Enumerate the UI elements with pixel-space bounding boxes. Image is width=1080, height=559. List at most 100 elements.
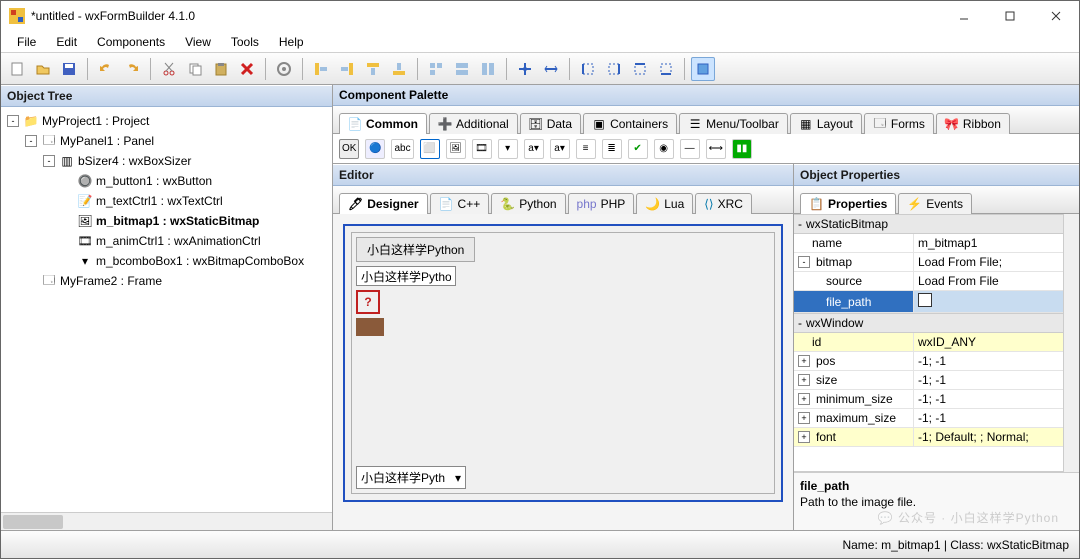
property-row[interactable]: +maximum_size-1; -1 xyxy=(794,409,1063,428)
align-grid1-button[interactable] xyxy=(424,57,448,81)
generate-button[interactable] xyxy=(272,57,296,81)
palette-item-textctrl[interactable]: ⬜ xyxy=(420,139,440,159)
preview-animation[interactable] xyxy=(356,318,384,336)
tree-item[interactable]: -▥bSizer4 : wxBoxSizer xyxy=(3,151,330,171)
palette-item-bitmap[interactable]: 🖼 xyxy=(446,139,466,159)
property-expander[interactable]: + xyxy=(798,393,810,405)
tree-item[interactable]: 📝m_textCtrl1 : wxTextCtrl xyxy=(3,191,330,211)
tree-item[interactable]: -🗔MyPanel1 : Panel xyxy=(3,131,330,151)
copy-button[interactable] xyxy=(183,57,207,81)
tree-item[interactable]: -📁MyProject1 : Project xyxy=(3,111,330,131)
align-right-button[interactable] xyxy=(335,57,359,81)
palette-item-combo[interactable]: ▾ xyxy=(498,139,518,159)
palette-item-radio[interactable]: ◉ xyxy=(654,139,674,159)
border-all-button[interactable] xyxy=(691,57,715,81)
palette-item-combo2[interactable]: a▾ xyxy=(524,139,544,159)
menu-edit[interactable]: Edit xyxy=(46,33,87,51)
close-button[interactable] xyxy=(1033,1,1079,31)
tree-expander[interactable]: - xyxy=(7,115,19,127)
palette-item-slider[interactable]: ⟷ xyxy=(706,139,726,159)
editor-tab-designer[interactable]: 🖊Designer xyxy=(339,193,428,214)
border-top-button[interactable] xyxy=(628,57,652,81)
palette-tab-common[interactable]: 📄Common xyxy=(339,113,427,134)
palette-item-gauge[interactable]: ▮▮ xyxy=(732,139,752,159)
property-row[interactable]: sourceLoad From File xyxy=(794,272,1063,291)
align-grid3-button[interactable] xyxy=(476,57,500,81)
property-category[interactable]: -wxStaticBitmap xyxy=(794,214,1063,234)
menu-components[interactable]: Components xyxy=(87,33,175,51)
palette-tab-menu[interactable]: ☰Menu/Toolbar xyxy=(679,113,788,134)
minimize-button[interactable] xyxy=(941,1,987,31)
tree-item[interactable]: 🗔MyFrame2 : Frame xyxy=(3,271,330,291)
tree-expander[interactable]: - xyxy=(25,135,37,147)
editor-tab-php[interactable]: phpPHP xyxy=(568,193,635,214)
palette-tab-data[interactable]: 🗄Data xyxy=(520,113,581,134)
menu-tools[interactable]: Tools xyxy=(221,33,269,51)
palette-tab-ribbon[interactable]: 🎀Ribbon xyxy=(936,113,1010,134)
palette-item-list[interactable]: ≡ xyxy=(576,139,596,159)
property-row[interactable]: namem_bitmap1 xyxy=(794,234,1063,253)
tree-item[interactable]: ▾m_bcomboBox1 : wxBitmapComboBox xyxy=(3,251,330,271)
object-tree[interactable]: -📁MyProject1 : Project-🗔MyPanel1 : Panel… xyxy=(1,107,332,512)
cut-button[interactable] xyxy=(157,57,181,81)
property-row[interactable]: +minimum_size-1; -1 xyxy=(794,390,1063,409)
property-expander[interactable]: + xyxy=(798,431,810,443)
property-category[interactable]: -wxWindow xyxy=(794,313,1063,333)
property-expander[interactable]: + xyxy=(798,374,810,386)
tree-item[interactable]: 🔘m_button1 : wxButton xyxy=(3,171,330,191)
undo-button[interactable] xyxy=(94,57,118,81)
preview-combobox[interactable]: 小白这样学Pyth▾ xyxy=(356,466,466,489)
tab-properties[interactable]: 📋Properties xyxy=(800,193,896,214)
property-grid[interactable]: -wxStaticBitmapnamem_bitmap1-bitmapLoad … xyxy=(794,214,1063,472)
new-button[interactable] xyxy=(5,57,29,81)
palette-tab-forms[interactable]: 🗔Forms xyxy=(864,113,934,134)
palette-tab-additional[interactable]: ➕Additional xyxy=(429,113,518,134)
palette-item-choice[interactable]: a▾ xyxy=(550,139,570,159)
align-grid2-button[interactable] xyxy=(450,57,474,81)
editor-tab-xrc[interactable]: ⟨⟩XRC xyxy=(695,193,752,214)
property-row[interactable]: +font-1; Default; ; Normal; xyxy=(794,428,1063,447)
property-row[interactable]: file_path xyxy=(794,291,1063,313)
property-expander[interactable]: - xyxy=(798,256,810,268)
palette-tab-layout[interactable]: ▦Layout xyxy=(790,113,862,134)
expand-button[interactable] xyxy=(513,57,537,81)
redo-button[interactable] xyxy=(120,57,144,81)
tree-item[interactable]: 🎞m_animCtrl1 : wxAnimationCtrl xyxy=(3,231,330,251)
menu-help[interactable]: Help xyxy=(269,33,314,51)
align-bottom-button[interactable] xyxy=(387,57,411,81)
stretch-button[interactable] xyxy=(539,57,563,81)
tab-events[interactable]: ⚡Events xyxy=(898,193,972,214)
editor-tab-python[interactable]: 🐍Python xyxy=(491,193,565,214)
palette-item-list2[interactable]: ≣ xyxy=(602,139,622,159)
palette-item-bmpbutton[interactable]: 🔵 xyxy=(365,139,385,159)
palette-item-line[interactable]: — xyxy=(680,139,700,159)
preview-textctrl[interactable] xyxy=(356,266,456,286)
preview-static-bitmap[interactable]: ? xyxy=(356,290,380,314)
palette-tab-containers[interactable]: ▣Containers xyxy=(583,113,677,134)
menu-view[interactable]: View xyxy=(175,33,221,51)
palette-item-anim[interactable]: 🎞 xyxy=(472,139,492,159)
border-right-button[interactable] xyxy=(602,57,626,81)
save-button[interactable] xyxy=(57,57,81,81)
tree-expander[interactable]: - xyxy=(43,155,55,167)
border-bottom-button[interactable] xyxy=(654,57,678,81)
properties-v-scrollbar[interactable] xyxy=(1063,214,1079,472)
align-left-button[interactable] xyxy=(309,57,333,81)
property-row[interactable]: -bitmapLoad From File; xyxy=(794,253,1063,272)
open-button[interactable] xyxy=(31,57,55,81)
align-top-button[interactable] xyxy=(361,57,385,81)
property-row[interactable]: +pos-1; -1 xyxy=(794,352,1063,371)
maximize-button[interactable] xyxy=(987,1,1033,31)
preview-button[interactable]: 小白这样学Python xyxy=(356,237,475,262)
menu-file[interactable]: File xyxy=(7,33,46,51)
editor-tab-lua[interactable]: 🌙Lua xyxy=(636,193,693,214)
designer-canvas[interactable]: 小白这样学Python ? 小白这样学Pyth▾ xyxy=(333,214,793,530)
palette-item-check[interactable]: ✔ xyxy=(628,139,648,159)
palette-item-button[interactable]: OK xyxy=(339,139,359,159)
editor-tab-cpp[interactable]: 📄C++ xyxy=(430,193,490,214)
property-expander[interactable]: + xyxy=(798,412,810,424)
paste-button[interactable] xyxy=(209,57,233,81)
tree-h-scrollbar[interactable] xyxy=(1,512,332,530)
property-expander[interactable]: + xyxy=(798,355,810,367)
property-row[interactable]: +size-1; -1 xyxy=(794,371,1063,390)
